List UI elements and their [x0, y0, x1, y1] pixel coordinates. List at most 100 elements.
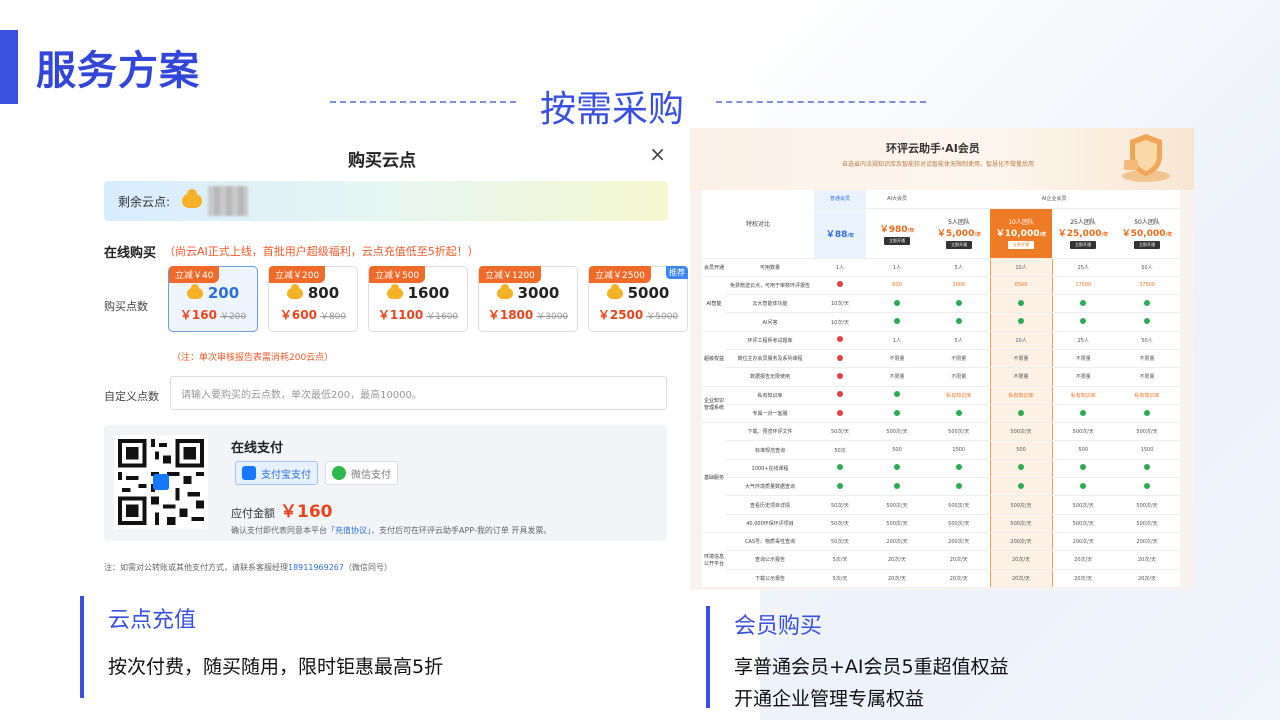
- open-plan-button[interactable]: 立即开通: [1070, 241, 1097, 249]
- cross-icon: [837, 372, 844, 379]
- center-title: 按需采购: [540, 89, 685, 130]
- amount-due-value: ￥160: [280, 502, 333, 522]
- open-plan-button[interactable]: 立即开通: [1008, 241, 1035, 249]
- feature-name: 岗位主办会员服务及系列课程: [726, 349, 815, 369]
- table-cell: 不限量: [928, 367, 991, 387]
- feature-group: 企业知识管理系统: [702, 386, 726, 424]
- pack-amount: 5000: [606, 283, 669, 302]
- table-row: 岗位主办会员服务及系列课程 不限量 不限量 不限量 不限量 不限量: [702, 349, 1181, 369]
- title-accent-bar: [0, 30, 18, 104]
- check-icon: [814, 459, 867, 479]
- plan-price: ￥50,000/年: [1121, 229, 1173, 239]
- table-cell: 3000: [928, 276, 991, 296]
- pack-original-price: ￥200: [219, 312, 247, 322]
- table-cell: 私有知识库: [1052, 386, 1115, 405]
- table-cell: 500次/天: [1052, 495, 1115, 515]
- pack-original-price: ￥3000: [536, 312, 569, 322]
- feature-name: AI问答: [726, 312, 815, 332]
- plan-header: 5人团队 ￥5,000/年 立即开通: [928, 208, 991, 259]
- table-row: 标准规范查询 50次 500 1500 500 500 1500: [702, 440, 1181, 460]
- table-cell: 1500: [1114, 440, 1181, 460]
- table-cell: 20次/天: [928, 569, 991, 588]
- check-icon: [866, 404, 929, 424]
- table-cell: 500次/天: [1052, 422, 1115, 442]
- cloud-point-icon: [606, 283, 623, 299]
- table-row: 查询公示报告 5次/天 20次/天 20次/天 20次/天 20次/天 20次/天: [702, 550, 1181, 570]
- check-icon: [1052, 404, 1115, 424]
- feature-name: 免费赠送云点，可用于审核环评报告: [726, 276, 815, 296]
- pack-option[interactable]: 立减￥1200 3000 ￥1800 ￥3000: [478, 266, 578, 332]
- pack-original-price: ￥800: [319, 312, 347, 322]
- table-row: 数据报告无限使用 不限量 不限量 不限量 不限量 不限量: [702, 367, 1181, 387]
- check-icon: [814, 477, 867, 497]
- table-cell: 500次/天: [866, 422, 929, 442]
- wechat-pay-option[interactable]: 微信支付: [325, 461, 398, 485]
- table-row: 环境信息公开平台 CAS号、物质毒性查询 50次/天 200次/天 200次/天 200次…: [702, 532, 1181, 588]
- table-row: 专属一对一客服: [702, 404, 1181, 424]
- membership-subtitle: 自选省内法规知识库及智能较对话智能体无限制使用，智慧化不做量后用: [842, 161, 1035, 168]
- feature-name: 云大智能体功能: [726, 294, 815, 314]
- table-cell: 20次/天: [989, 569, 1053, 588]
- table-cell: 20次/天: [1114, 550, 1181, 570]
- feature-name: 数据报告无限使用: [726, 367, 815, 387]
- discount-tag: 立减￥40: [169, 266, 220, 283]
- table-cell: 1人: [866, 331, 929, 350]
- table-cell: 37500: [1114, 276, 1181, 296]
- table-cell: 500次/天: [928, 495, 991, 515]
- table-cell: 不限量: [989, 367, 1053, 387]
- table-cell: 50次: [814, 440, 867, 460]
- left-caption-bar: [80, 596, 84, 698]
- contact-phone[interactable]: 18911969267: [288, 563, 344, 572]
- check-icon: [1052, 477, 1115, 497]
- open-plan-button[interactable]: 立即开通: [884, 236, 911, 245]
- table-cell: 200次/天: [928, 532, 991, 552]
- cross-icon: [814, 386, 867, 405]
- feature-name: 可用数量: [726, 258, 815, 277]
- table-cell: 500次/天: [866, 495, 929, 515]
- feature-group: 环境信息公开平台: [702, 532, 726, 588]
- open-plan-button[interactable]: 立即开通: [1134, 241, 1161, 249]
- check-icon: [1080, 409, 1087, 416]
- plan-price: ￥10,000/年: [995, 229, 1047, 239]
- pack-option[interactable]: 立减￥200 800 ￥600 ￥800: [268, 266, 358, 332]
- pack-option[interactable]: 立减￥40 200 ￥160 ￥200: [168, 266, 258, 332]
- check-icon: [837, 464, 844, 471]
- alipay-option[interactable]: 支付宝支付: [235, 461, 318, 485]
- check-icon: [955, 409, 962, 416]
- check-icon: [894, 409, 901, 416]
- cross-icon: [837, 391, 844, 398]
- membership-table: 特权对比 普通会员 AI大会员 AI企业会员 ￥88/年 ￥980/年 立即开通 5人…: [702, 190, 1181, 588]
- check-icon: [928, 312, 991, 332]
- pack-option[interactable]: 立减￥2500 推荐 5000 ￥2500 ￥5000: [588, 266, 688, 332]
- online-purchase-label: 在线购买: [104, 246, 157, 261]
- table-cell: 50人: [1114, 258, 1181, 277]
- plan-header: ￥88/年: [814, 208, 867, 259]
- feature-name: 专属一对一客服: [726, 404, 815, 424]
- left-caption-text: 按次付费，随买随用，限时钜惠最高5折: [108, 656, 444, 678]
- table-row: 基础服务 下载、预览环评文件 50次/天 500次/天 500次/天 500次/天 500次…: [702, 422, 1181, 533]
- custom-points-input[interactable]: 请输入要购买的云点数，单次最低200，最高10000。: [170, 376, 667, 410]
- open-plan-button[interactable]: 立即开通: [946, 241, 973, 249]
- check-icon: [1144, 318, 1151, 325]
- dialog-footer-note: 注：如需对公转账或其他支付方式，请联系客服经理18911969267（微信同号）: [104, 563, 392, 572]
- check-icon: [928, 459, 991, 479]
- payment-qr-code: [114, 435, 208, 529]
- promo-note: （尚云AI正式上线，首批用户超级福利，云点充值低至5折起！）: [164, 245, 479, 258]
- pack-price: ￥160 ￥200: [179, 308, 247, 322]
- dashed-divider-left: [330, 101, 516, 103]
- cross-icon: [837, 281, 844, 288]
- recharge-agreement-link[interactable]: 「充值协议」: [327, 526, 371, 535]
- check-icon: [955, 299, 962, 306]
- cross-icon: [837, 336, 844, 343]
- pack-option[interactable]: 立减￥500 1600 ￥1100 ￥1600: [368, 266, 468, 332]
- feature-group: 基础服务: [702, 422, 726, 533]
- close-icon[interactable]: ×: [649, 142, 666, 166]
- feature-name: 下载、预览环评文件: [726, 422, 815, 442]
- table-cell: 20次/天: [1052, 550, 1115, 570]
- buy-points-label: 购买点数: [104, 300, 148, 313]
- plan-header: 25人团队 ￥25,000/年 立即开通: [1052, 208, 1115, 259]
- check-icon: [894, 318, 901, 325]
- feature-name: 查询公示报告: [726, 550, 815, 570]
- feature-name: 1000+在线课程: [726, 459, 815, 479]
- table-row: 40,000环保环评项目 50次/天 500次/天 500次/天 500次/天 500次/…: [702, 514, 1181, 533]
